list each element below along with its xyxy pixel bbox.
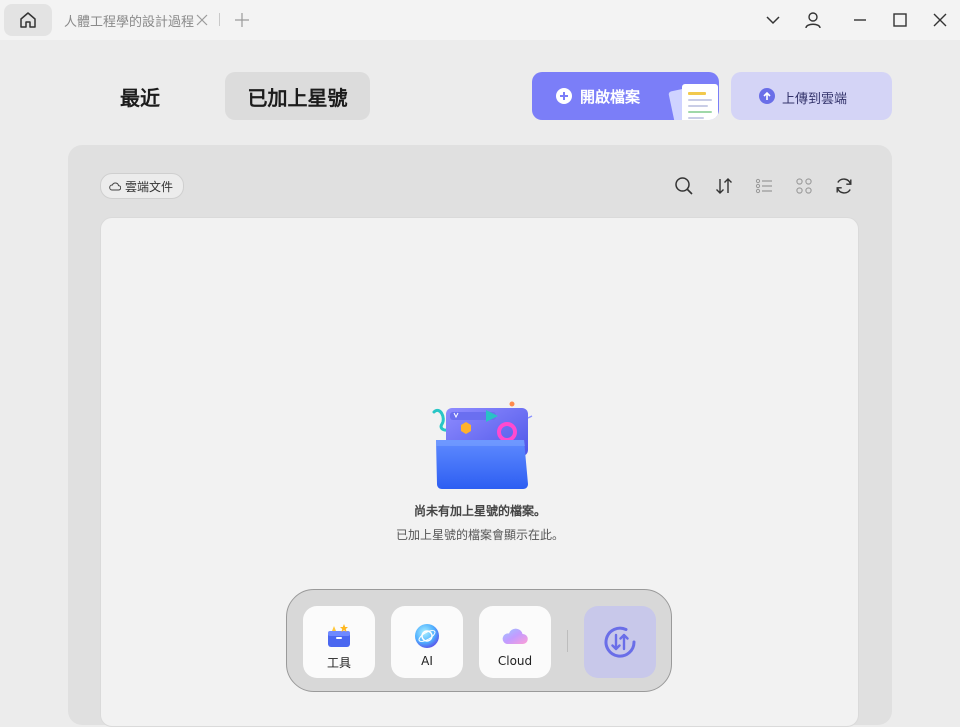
plus-icon <box>235 13 249 27</box>
open-file-button[interactable]: 開啟檔案 <box>532 72 719 120</box>
documents-illustration-icon <box>668 84 718 120</box>
add-circle-icon <box>556 88 572 104</box>
search-button[interactable] <box>672 174 696 198</box>
close-window-button[interactable] <box>928 8 952 32</box>
close-icon <box>196 14 208 26</box>
list-view-icon <box>755 178 772 194</box>
new-tab-button[interactable] <box>233 10 251 30</box>
account-button[interactable] <box>801 8 825 32</box>
dock-ai-button[interactable]: AI <box>391 606 463 678</box>
dock-tools-label: 工具 <box>326 656 351 670</box>
grid-view-button[interactable] <box>792 174 816 198</box>
dock-cloud-label: Cloud <box>497 654 533 668</box>
dropdown-button[interactable] <box>761 8 785 32</box>
empty-state-subtitle: 已加上星號的檔案會顯示在此。 <box>395 528 564 542</box>
dock-divider <box>567 630 568 652</box>
dock-cloud-button[interactable]: Cloud <box>479 606 551 678</box>
dock-tools-button[interactable]: 工具 <box>303 606 375 678</box>
home-tab[interactable] <box>4 4 52 36</box>
dock-ai-label: AI <box>421 654 433 668</box>
list-view-button[interactable] <box>752 174 776 198</box>
refresh-icon <box>836 178 852 194</box>
empty-folder-illustration-icon <box>432 401 533 489</box>
maximize-button[interactable] <box>888 8 912 32</box>
cloud-documents-label: 雲端文件 <box>125 179 174 194</box>
sync-icon <box>604 626 636 658</box>
tab-recent[interactable]: 最近 <box>100 72 180 120</box>
minimize-button[interactable] <box>848 8 872 32</box>
upload-cloud-label: 上傳到雲端 <box>782 92 848 107</box>
maximize-icon <box>893 13 907 27</box>
tab-close-button[interactable] <box>194 10 210 30</box>
empty-state-title: 尚未有加上星號的檔案。 <box>413 504 546 518</box>
minimize-icon <box>854 19 866 21</box>
tab-starred[interactable]: 已加上星號 <box>225 72 370 120</box>
document-tab-title[interactable]: 人體工程學的設計過程 <box>64 11 194 30</box>
grid-view-icon <box>796 178 812 194</box>
upload-arrow-icon <box>759 88 775 104</box>
sort-button[interactable] <box>712 174 736 198</box>
search-icon <box>675 177 693 195</box>
tab-divider <box>219 13 220 26</box>
toolbox-icon <box>328 624 350 647</box>
open-file-label: 開啟檔案 <box>580 88 641 106</box>
dock-sync-button[interactable] <box>584 606 656 678</box>
refresh-button[interactable] <box>832 174 856 198</box>
home-icon <box>20 12 36 28</box>
cloud-icon <box>502 628 528 644</box>
chevron-down-icon <box>766 16 780 25</box>
user-icon <box>805 12 821 29</box>
cloud-documents-chip[interactable]: 雲端文件 <box>100 173 185 199</box>
upload-cloud-button[interactable]: 上傳到雲端 <box>731 72 892 120</box>
close-icon <box>933 13 947 27</box>
sort-icon <box>716 178 732 194</box>
cloud-icon <box>109 182 121 191</box>
ai-orb-icon <box>415 624 439 648</box>
